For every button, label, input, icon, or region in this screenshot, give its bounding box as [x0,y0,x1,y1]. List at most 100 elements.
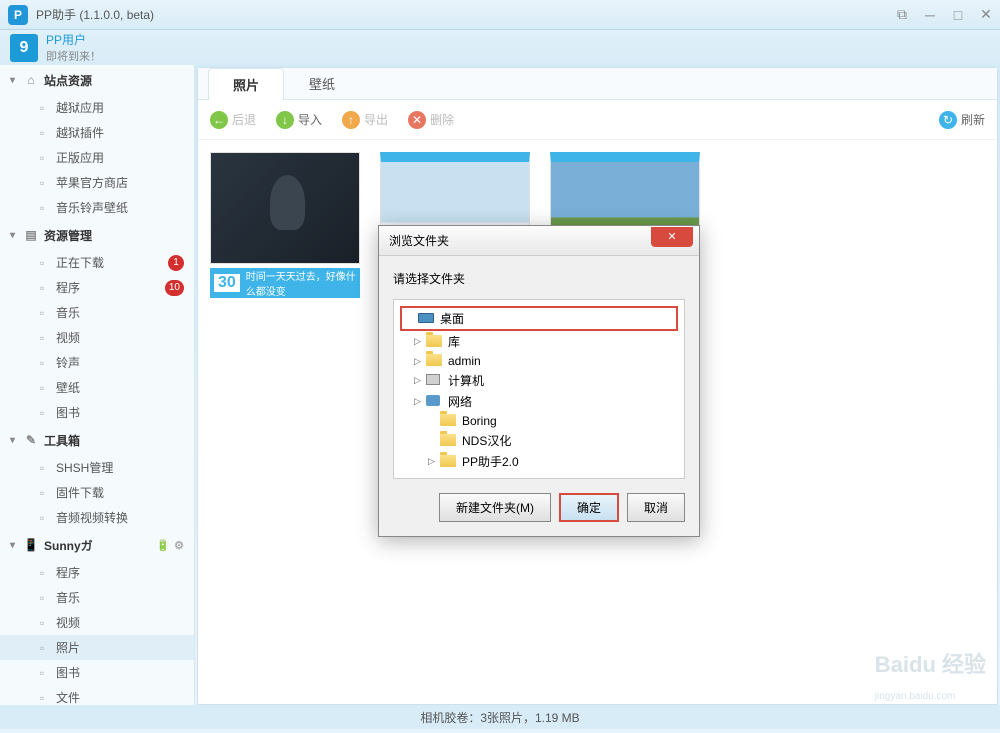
thumb-caption: 30 时间一天天过去，好像什么都没变 [210,268,360,298]
split-icon[interactable]: ⧉ [888,3,916,27]
sidebar-item[interactable]: ▫ 文件 [0,685,194,705]
item-label: 苹果官方商店 [56,174,128,191]
sidebar-item[interactable]: ▫正版应用 [0,145,194,170]
maximize-button[interactable]: □ [944,3,972,27]
item-icon: ▫ [34,460,50,476]
window-title: PP助手 (1.1.0.0, beta) [36,6,154,23]
section-icon: ✎ [22,431,40,449]
import-button[interactable]: ↓ 导入 [276,111,322,129]
network-icon [426,395,444,409]
user-avatar-icon[interactable]: 9 [10,34,38,62]
sidebar-item[interactable]: ▫程序10 [0,275,194,300]
folder-tree[interactable]: 桌面▷库▷admin▷计算机▷网络BoringNDS汉化▷PP助手2.0 [393,299,685,479]
sidebar-item[interactable]: ▫越狱插件 [0,120,194,145]
user-bar: 9 PP用户 即将到来！ [0,30,1000,65]
sidebar-item[interactable]: ▫音频视频转换 [0,505,194,530]
expand-arrow-icon[interactable]: ▷ [414,356,426,367]
section-icon: ⌂ [22,71,40,89]
section-icon: ▤ [22,226,40,244]
sidebar-item[interactable]: ▫ 苹果官方商店 [0,170,194,195]
tree-node[interactable]: ▷ 计算机 [400,370,678,391]
dialog-titlebar: 浏览文件夹 ✕ [379,226,699,256]
new-folder-button[interactable]: 新建文件夹(M) [439,493,551,522]
item-label: 音频视频转换 [56,509,128,526]
item-label: 正在下载 [56,254,104,271]
user-info: PP用户 即将到来！ [46,31,101,64]
tree-node[interactable]: ▷库 [400,331,678,352]
dialog-close-button[interactable]: ✕ [651,227,693,247]
folder-icon [426,335,444,349]
sidebar-section-header[interactable]: ▾✎工具箱 [0,425,194,455]
sidebar-item[interactable]: ▫图书 [0,400,194,425]
sidebar-section-header[interactable]: ▾📱Sunnyガ🔋⚙ [0,530,194,560]
sidebar-section-header[interactable]: ▾⌂站点资源 [0,65,194,95]
tree-node[interactable]: ▷网络 [400,391,678,412]
sidebar-item[interactable]: ▫SHSH管理 [0,455,194,480]
node-label: 库 [448,333,460,350]
sidebar-item[interactable]: ▫越狱应用 [0,95,194,120]
item-icon: ▫ [34,380,50,396]
cancel-button[interactable]: 取消 [627,493,685,522]
back-button[interactable]: ← 后退 [210,111,256,129]
sidebar-item[interactable]: ▫音乐铃声壁纸 [0,195,194,220]
ok-button[interactable]: 确定 [559,493,619,522]
thumb-image [210,152,360,264]
item-label: 音乐 [56,304,80,321]
item-label: 越狱应用 [56,99,104,116]
window-controls: ⧉ ─ □ ✕ [888,3,1000,27]
close-window-button[interactable]: ✕ [972,3,1000,27]
export-button[interactable]: ↑ 导出 [342,111,388,129]
tree-node[interactable]: 桌面 [400,306,678,331]
item-icon: ▫ [34,690,50,706]
sidebar-item[interactable]: ▫壁纸 [0,375,194,400]
user-name: PP用户 [46,31,101,48]
photo-thumb[interactable]: 30 时间一天天过去，好像什么都没变 [210,152,360,298]
battery-icon: 🔋 [156,539,170,552]
tab-wallpapers[interactable]: 壁纸 [284,67,360,99]
sidebar-item[interactable]: ▫ 音乐 [0,300,194,325]
sidebar-item[interactable]: ▫固件下载 [0,480,194,505]
gear-icon[interactable]: ⚙ [174,539,184,552]
sidebar-item[interactable]: ▫ 视频 [0,610,194,635]
sidebar-item[interactable]: ▫照片 [0,635,194,660]
sidebar-item[interactable]: ▫程序 [0,560,194,585]
item-label: 视频 [56,614,80,631]
item-icon: ▫ [34,150,50,166]
sidebar-item[interactable]: ▫铃声 [0,350,194,375]
sidebar-item[interactable]: ▫正在下载1 [0,250,194,275]
item-icon: ▫ [34,305,50,321]
app-logo-icon: P [8,5,28,25]
sidebar-item[interactable]: ▫图书 [0,660,194,685]
node-label: 计算机 [448,372,484,389]
chevron-down-icon: ▾ [10,540,22,551]
badge: 10 [165,280,184,296]
item-icon: ▫ [34,405,50,421]
expand-arrow-icon[interactable]: ▷ [414,336,426,347]
item-icon: ▫ [34,175,50,191]
item-icon: ▫ [34,590,50,606]
content-tabs: 照片 壁纸 [198,68,997,100]
expand-arrow-icon[interactable]: ▷ [414,396,426,407]
minimize-button[interactable]: ─ [916,3,944,27]
expand-arrow-icon[interactable]: ▷ [414,375,426,386]
tab-photos[interactable]: 照片 [208,68,284,100]
tree-node[interactable]: ▷PP助手2.0 [400,451,678,472]
node-label: NDS汉化 [462,432,511,449]
tree-node[interactable]: ▷admin [400,352,678,370]
item-icon: ▫ [34,615,50,631]
tree-node[interactable]: NDS汉化 [400,430,678,451]
tree-node[interactable]: Boring [400,412,678,430]
titlebar: P PP助手 (1.1.0.0, beta) ⧉ ─ □ ✕ [0,0,1000,30]
expand-arrow-icon[interactable]: ▷ [428,456,440,467]
item-icon: ▫ [34,640,50,656]
sidebar-section-header[interactable]: ▾▤资源管理 [0,220,194,250]
item-icon: ▫ [34,280,50,296]
sidebar-item[interactable]: ▫音乐 [0,585,194,610]
refresh-button[interactable]: ↻ 刷新 [939,111,985,129]
chevron-down-icon: ▾ [10,435,22,446]
delete-button[interactable]: ✕ 删除 [408,111,454,129]
sidebar-item[interactable]: ▫视频 [0,325,194,350]
item-icon: ▫ [34,200,50,216]
folder-icon [440,455,458,469]
item-label: 文件 [56,689,80,705]
